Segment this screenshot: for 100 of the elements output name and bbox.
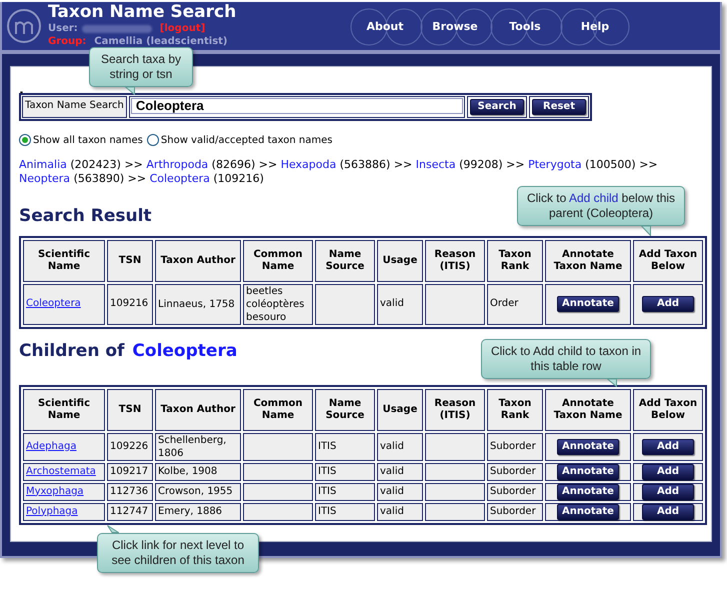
callout-pointer (107, 525, 119, 533)
table-cell: ITIS (318, 486, 336, 497)
column-header: Usage (377, 388, 423, 431)
taxon-count: (100500) (585, 158, 636, 171)
breadcrumb-link[interactable]: Neoptera (19, 172, 70, 185)
column-header: Annotate Taxon Name (545, 388, 631, 431)
column-header: Reason (ITIS) (425, 240, 485, 282)
table-cell: Suborder (490, 486, 536, 497)
radio-button[interactable] (146, 134, 159, 146)
taxon-count: (109216) (213, 172, 264, 185)
section-heading: Search Result (19, 205, 152, 228)
callout-pointer (125, 87, 135, 95)
add-button[interactable]: Add (642, 504, 694, 520)
breadcrumb-separator: >> (128, 172, 146, 185)
form-button[interactable]: Reset (532, 98, 586, 115)
table-cell: valid (380, 440, 404, 452)
column-header: Add Taxon Below (633, 240, 703, 282)
breadcrumb-link[interactable]: Pterygota (528, 158, 582, 171)
callout: Search taxa by string or tsn (89, 47, 193, 87)
callout-pointer (641, 226, 651, 236)
radio-label: Show valid/accepted taxon names (160, 134, 332, 148)
table-cell: valid (380, 298, 404, 310)
breadcrumb-link[interactable]: Arthropoda (146, 158, 208, 171)
taxon-link[interactable]: Coleoptera (26, 298, 81, 310)
section-heading: Children of (19, 340, 124, 363)
menu-link[interactable]: About (366, 18, 404, 36)
add-button[interactable]: Add (642, 438, 694, 455)
table-cell: valid (380, 466, 404, 477)
column-header: Taxon Rank (487, 240, 543, 282)
column-header: Taxon Rank (487, 388, 543, 431)
breadcrumb-link[interactable]: Animalia (19, 158, 67, 171)
column-header: Usage (377, 240, 423, 282)
table-cell: valid (380, 506, 404, 517)
column-header: Annotate Taxon Name (545, 240, 631, 282)
table-cell: besouro (246, 312, 286, 323)
breadcrumb-link[interactable]: Insecta (416, 158, 456, 171)
radio-label: Show all taxon names (33, 134, 143, 148)
table-cell: 112747 (110, 506, 148, 517)
table-cell: Kolbe, 1908 (158, 466, 218, 478)
callout: Click to Add child below this parent (Coleoptera) (517, 186, 685, 226)
annotate-button[interactable]: Annotate (557, 484, 619, 500)
table-cell: Crowson, 1955 (158, 486, 233, 498)
taxon-count: (82696) (212, 158, 256, 171)
table-cell: valid (380, 486, 404, 497)
table-cell: Linnaeus, 1758 (158, 298, 235, 310)
taxon-count: (202423) (70, 158, 121, 171)
breadcrumb-separator: >> (639, 158, 658, 171)
taxon-count: (563890) (74, 172, 124, 185)
search-field[interactable]: Coleoptera (128, 96, 465, 118)
column-header: Common Name (243, 240, 313, 282)
breadcrumb-separator: >> (394, 158, 412, 171)
table-cell: ITIS (318, 466, 336, 477)
table-cell: Suborder (490, 466, 536, 477)
add-button[interactable]: Add (642, 484, 694, 500)
radio-button[interactable] (19, 134, 31, 146)
column-header: Common Name (243, 388, 313, 431)
logo-icon (6, 8, 42, 44)
table-cell: 112736 (110, 486, 148, 497)
table-cell: ITIS (318, 440, 336, 452)
table-cell: Suborder (490, 506, 536, 517)
callout-pointer (607, 378, 617, 387)
table-cell: ITIS (318, 506, 336, 517)
blurred-text (82, 25, 152, 33)
menu-link[interactable]: Browse (432, 18, 478, 36)
annotate-button[interactable]: Annotate (557, 438, 619, 455)
table-cell: coléoptères (246, 298, 304, 310)
column-header: Name Source (315, 240, 375, 282)
taxon-count: (563886) (340, 158, 390, 171)
callout: Click to Add child to taxon in this table row (481, 338, 651, 379)
column-header: Taxon Author (155, 388, 241, 431)
column-header: Add Taxon Below (633, 388, 703, 431)
breadcrumb-separator: >> (124, 158, 143, 171)
table-cell: 109226 (110, 440, 148, 452)
annotate-button[interactable]: Annotate (557, 296, 619, 312)
group-name: Camellia (leadscientist) (94, 37, 228, 47)
column-header: Scientific Name (23, 240, 105, 282)
breadcrumb-separator: >> (258, 158, 278, 171)
menu-link[interactable]: Help (580, 18, 610, 36)
table-cell: 109216 (110, 298, 148, 310)
add-button[interactable]: Add (642, 464, 694, 480)
column-header: TSN (107, 388, 153, 431)
annotate-button[interactable]: Annotate (557, 504, 619, 520)
callout: Click link for next level to see children of this taxon (97, 533, 259, 573)
breadcrumb-link[interactable]: Coleoptera (150, 172, 210, 185)
table-cell: Emery, 1886 (158, 506, 222, 518)
annotate-button[interactable]: Annotate (557, 464, 619, 480)
form-button[interactable]: Search (470, 98, 524, 115)
add-button[interactable]: Add (642, 296, 694, 312)
column-header: Reason (ITIS) (425, 388, 485, 431)
table-cell: Schellenberg, 1806 (158, 434, 226, 459)
table-cell: Order (490, 298, 518, 310)
column-header: Name Source (315, 388, 375, 431)
taxon-link[interactable]: Coleoptera (132, 338, 238, 364)
column-header: Scientific Name (23, 388, 105, 431)
breadcrumb-separator: >> (506, 158, 525, 171)
column-header: TSN (107, 240, 153, 282)
taxon-count: (99208) (459, 158, 503, 171)
table-cell: beetles (246, 286, 283, 297)
breadcrumb-link[interactable]: Hexapoda (280, 158, 336, 171)
menu-link[interactable]: Tools (509, 18, 541, 36)
